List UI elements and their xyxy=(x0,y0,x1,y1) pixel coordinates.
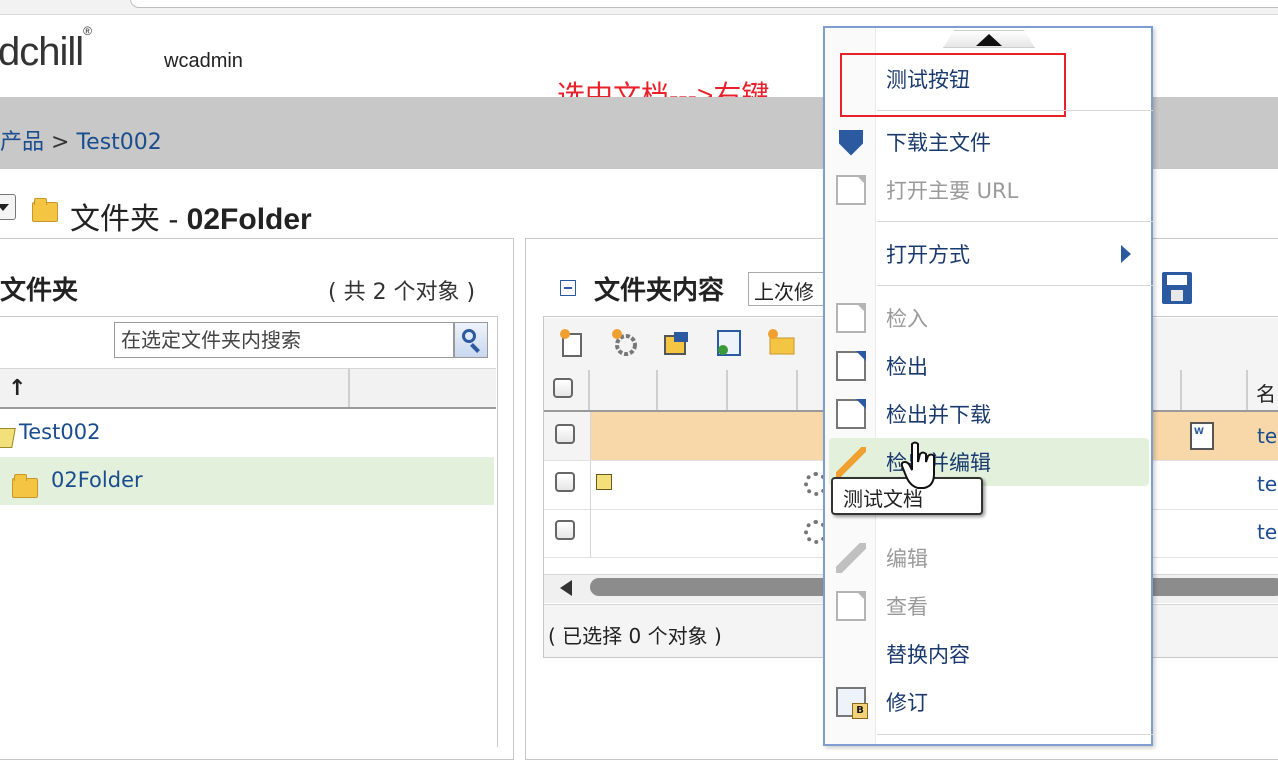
new-document-icon[interactable] xyxy=(558,328,588,358)
breadcrumb-current-link[interactable]: Test002 xyxy=(76,130,161,155)
context-menu: 测试按钮 下载主文件 打开主要 URL 打开方式 检入 检出 检出并下载 检出并… xyxy=(823,26,1153,746)
column-separator[interactable] xyxy=(1180,370,1182,410)
folder-search-input[interactable] xyxy=(114,322,454,358)
row-name-link[interactable]: tes xyxy=(1257,424,1278,448)
breadcrumb-separator: > xyxy=(51,130,70,155)
open-url-icon xyxy=(836,175,866,205)
folder-icon xyxy=(12,474,38,498)
menu-item-view[interactable]: 查看 xyxy=(829,583,1149,629)
browser-address-bar[interactable] xyxy=(130,0,1278,8)
menu-item-label: 查看 xyxy=(886,595,928,619)
menu-scroll-up-arrow-icon[interactable] xyxy=(943,30,1035,48)
column-separator[interactable] xyxy=(1246,370,1248,410)
folder-panel-title: 文件夹 xyxy=(0,276,79,306)
search-icon xyxy=(462,329,476,343)
check-out-edit-icon xyxy=(836,447,866,477)
hand-cursor-icon xyxy=(900,440,940,496)
page-title: 文件夹 - 02Folder xyxy=(70,203,312,236)
breadcrumb-parent-link[interactable]: 产品 xyxy=(0,130,44,155)
row-name-link[interactable]: tes xyxy=(1257,520,1278,544)
menu-item-label: 替换内容 xyxy=(886,643,970,667)
column-separator[interactable] xyxy=(588,370,590,410)
menu-item-edit[interactable]: 编辑 xyxy=(829,535,1149,581)
page-collapse-toggle[interactable] xyxy=(0,194,16,220)
tree-item-label[interactable]: Test002 xyxy=(19,420,100,444)
row-checkbox[interactable] xyxy=(555,424,575,444)
submenu-arrow-icon xyxy=(1121,245,1131,263)
column-separator[interactable] xyxy=(726,370,728,410)
folder-icon xyxy=(32,198,58,222)
word-document-icon xyxy=(1190,422,1214,450)
save-view-icon[interactable] xyxy=(1162,272,1192,304)
search-button[interactable] xyxy=(454,322,488,358)
menu-item-replace-content[interactable]: 替换内容 xyxy=(829,631,1149,677)
menu-item-revise[interactable]: 修订 xyxy=(829,679,1149,725)
menu-item-label: 检入 xyxy=(886,307,928,331)
column-separator[interactable] xyxy=(348,369,350,407)
view-icon xyxy=(836,591,866,621)
scroll-left-arrow-icon[interactable] xyxy=(560,580,572,596)
download-icon xyxy=(839,130,863,156)
folder-tree-header xyxy=(0,368,496,409)
menu-separator xyxy=(877,221,1153,222)
column-separator[interactable] xyxy=(796,370,798,410)
menu-item-download-primary[interactable]: 下载主文件 xyxy=(829,119,1149,165)
menu-item-check-out-download[interactable]: 检出并下载 xyxy=(829,391,1149,437)
selection-count: ( 已选择 0 个对象 ) xyxy=(548,624,722,648)
breadcrumb: 产品 > Test002 xyxy=(0,124,162,156)
menu-item-label: 下载主文件 xyxy=(886,131,991,155)
menu-item-label: 打开主要 URL xyxy=(886,179,1019,203)
app-logo: dchill® xyxy=(0,23,92,74)
folder-contents-title: 文件夹内容 xyxy=(594,276,725,306)
menu-item-check-out[interactable]: 检出 xyxy=(829,343,1149,389)
menu-item-open-with[interactable]: 打开方式 xyxy=(829,231,1149,277)
column-separator[interactable] xyxy=(656,370,658,410)
check-out-download-icon xyxy=(836,399,866,429)
username-label[interactable]: wcadmin xyxy=(164,50,243,73)
new-folder-icon[interactable] xyxy=(766,328,796,358)
select-all-checkbox[interactable] xyxy=(553,378,573,398)
row-cell-separator xyxy=(590,412,591,460)
menu-separator xyxy=(877,734,1153,735)
edit-icon xyxy=(836,543,866,573)
menu-separator xyxy=(877,285,1153,286)
name-column-header[interactable]: 名 xyxy=(1256,378,1276,407)
menu-item-label: 编辑 xyxy=(886,547,928,571)
menu-item-label: 打开方式 xyxy=(886,243,970,267)
new-cad-document-icon[interactable] xyxy=(662,328,692,358)
check-out-icon xyxy=(836,351,866,381)
row-cell-separator xyxy=(590,461,591,509)
menu-item-label: 修订 xyxy=(886,691,928,715)
revise-icon xyxy=(836,687,868,719)
row-cell-separator xyxy=(590,509,591,557)
menu-item-open-url[interactable]: 打开主要 URL xyxy=(829,167,1149,213)
menu-item-label: 检出 xyxy=(886,355,928,379)
shared-object-icon xyxy=(596,474,612,490)
menu-item-label: 检出并下载 xyxy=(886,403,991,427)
menu-separator xyxy=(877,110,1153,111)
menu-item-check-in[interactable]: 检入 xyxy=(829,295,1149,341)
new-list-icon[interactable] xyxy=(714,328,744,358)
new-part-icon[interactable] xyxy=(610,328,640,358)
check-in-icon xyxy=(836,303,866,333)
folder-object-count: ( 共 2 个对象 ) xyxy=(328,280,476,305)
collapse-icon[interactable] xyxy=(560,280,576,296)
search-icon-handle xyxy=(470,343,480,353)
row-checkbox[interactable] xyxy=(555,520,575,540)
tree-item-label[interactable]: 02Folder xyxy=(51,468,143,492)
row-name-link[interactable]: tes xyxy=(1257,472,1278,496)
sort-ascending-icon[interactable]: ↑ xyxy=(8,376,26,401)
annotation-highlight-box xyxy=(840,53,1066,117)
row-checkbox[interactable] xyxy=(555,472,575,492)
